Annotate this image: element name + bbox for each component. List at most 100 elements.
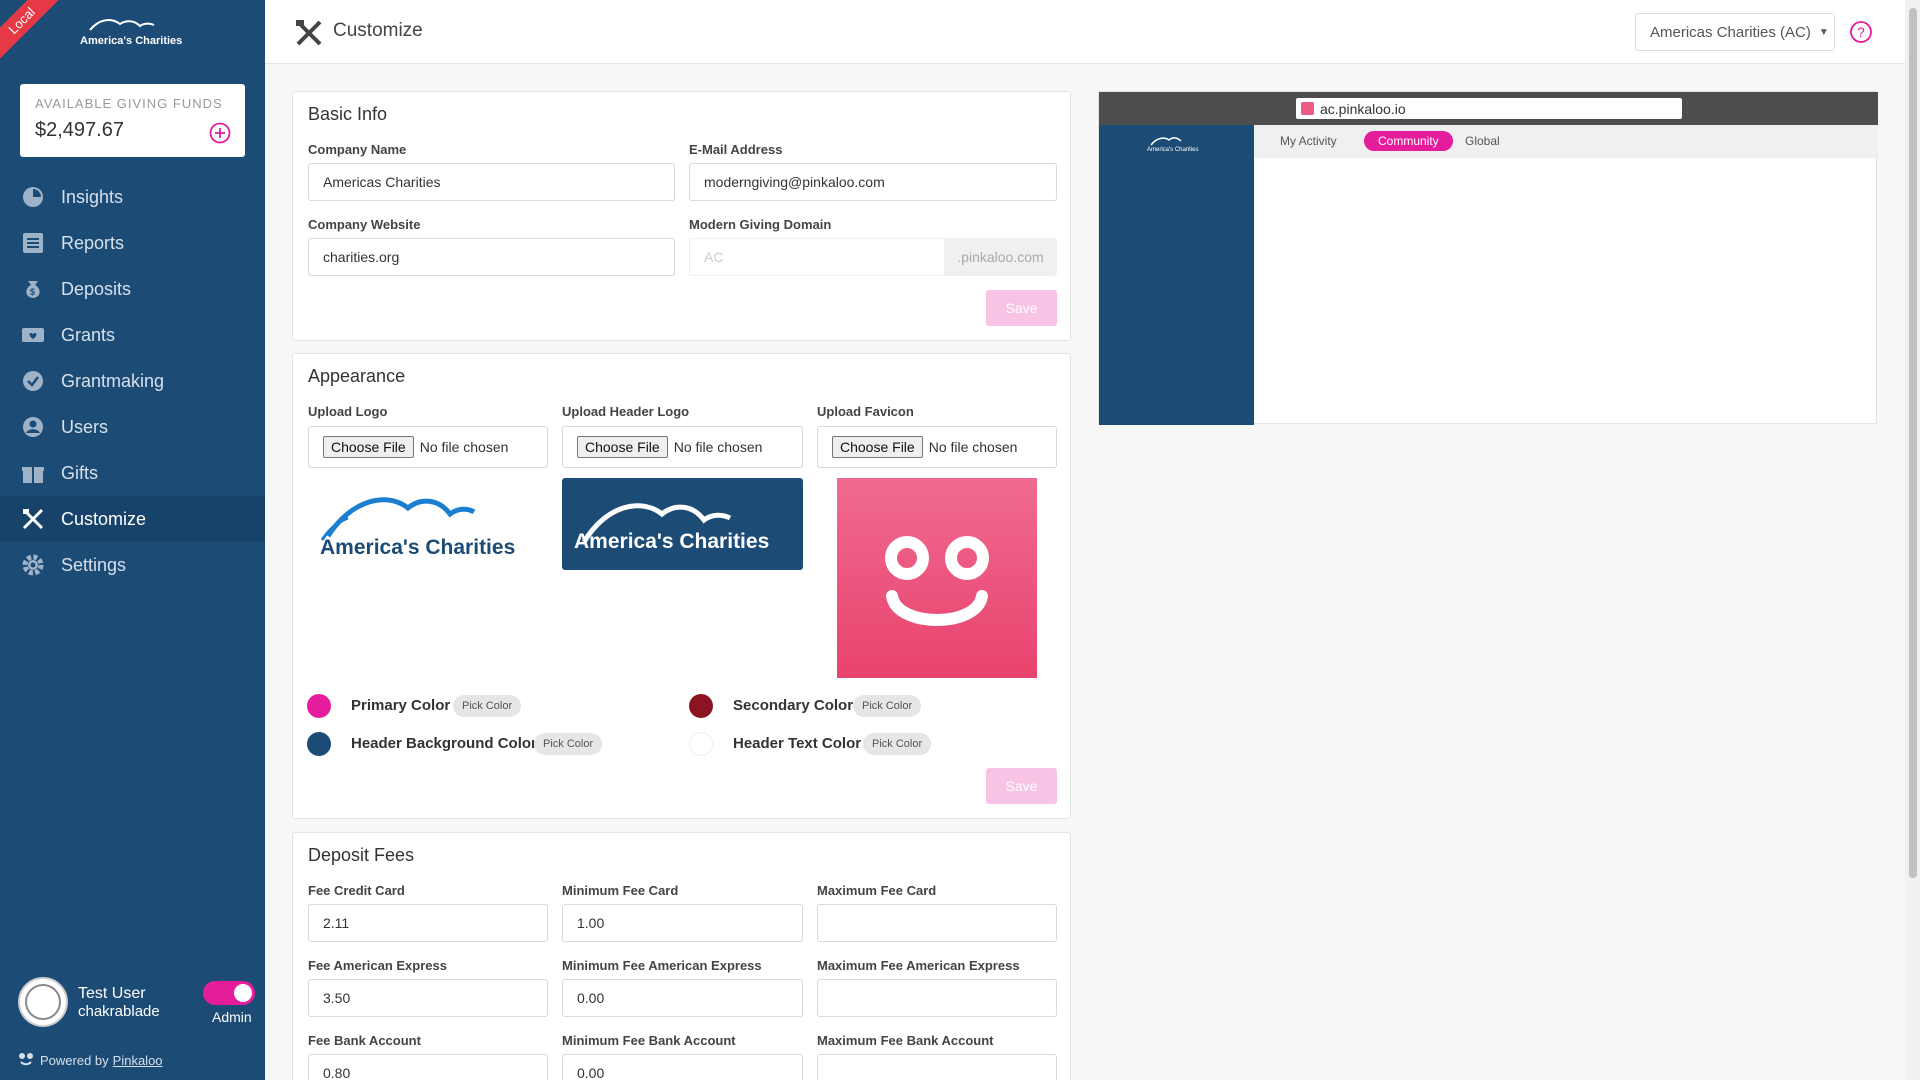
fee-label: Fee Bank Account (308, 1033, 421, 1048)
fee-input[interactable]: 3.50 (308, 979, 548, 1017)
org-select-value: Americas Charities (AC) (1650, 23, 1811, 41)
preview-tabs: My Activity Community Global (1254, 125, 1878, 158)
preview-brand-logo: America's Charities (1147, 137, 1199, 153)
admin-toggle[interactable] (203, 981, 255, 1005)
svg-text:$: $ (30, 287, 35, 297)
email-input[interactable]: moderngiving@pinkaloo.com (689, 163, 1057, 201)
save-appearance-button[interactable]: Save (986, 768, 1057, 804)
choose-file-button[interactable]: Choose File (832, 436, 923, 458)
tools-icon (294, 18, 324, 48)
header-text-color-swatch[interactable] (689, 732, 713, 756)
upload-favicon-input[interactable]: Choose File No file chosen (817, 426, 1057, 468)
preview-url: ac.pinkaloo.io (1320, 100, 1406, 117)
heart-envelope-icon (20, 322, 46, 348)
gift-icon (20, 460, 46, 486)
org-select[interactable]: Americas Charities (AC) ▼ (1635, 13, 1835, 51)
basic-info-card: Basic Info Company Name Americas Chariti… (292, 91, 1071, 341)
header-logo-preview-text: America's Charities (574, 530, 769, 553)
domain-suffix: .pinkaloo.com (944, 238, 1057, 276)
brand-logo[interactable]: America's Charities (78, 16, 188, 48)
deposit-fees-title: Deposit Fees (308, 845, 415, 865)
sidebar-item-label: Gifts (61, 462, 99, 483)
funds-card: AVAILABLE GIVING FUNDS $2,497.67 (20, 84, 245, 157)
sidebar-item-label: Grantmaking (61, 370, 165, 391)
user-name: Test User (78, 985, 146, 1002)
pinkaloo-link[interactable]: Pinkaloo (113, 1053, 163, 1068)
upload-header-logo-input[interactable]: Choose File No file chosen (562, 426, 803, 468)
fee-input[interactable]: 0.80 (308, 1054, 548, 1080)
sidebar-item-label: Reports (61, 232, 125, 253)
save-basic-button[interactable]: Save (986, 290, 1057, 326)
company-website-input[interactable]: charities.org (308, 238, 675, 276)
funds-amount: $2,497.67 (35, 119, 124, 141)
primary-color-swatch[interactable] (307, 694, 331, 718)
company-name-label: Company Name (308, 142, 407, 157)
appearance-card: Appearance Upload Logo Choose File No fi… (292, 353, 1071, 819)
tools-icon (20, 506, 46, 532)
sidebar-item-label: Settings (61, 554, 127, 575)
header-text-pick-color-button[interactable]: Pick Color (863, 733, 932, 755)
fee-input[interactable] (817, 979, 1057, 1017)
sidebar-item-label: Grants (61, 324, 116, 345)
secondary-pick-color-button[interactable]: Pick Color (853, 695, 922, 717)
user-block: Test User chakrablade Admin (18, 977, 258, 1027)
sidebar: Local America's Charities AVAILABLE GIVI… (0, 0, 265, 1080)
upload-logo-input[interactable]: Choose File No file chosen (308, 426, 548, 468)
sidebar-item-users[interactable]: Users (0, 404, 265, 450)
sidebar-item-grantmaking[interactable]: Grantmaking (0, 358, 265, 404)
secondary-color-label: Secondary Color (733, 697, 854, 714)
choose-file-button[interactable]: Choose File (323, 436, 414, 458)
fee-label: Fee American Express (308, 958, 447, 973)
preview-url-bar: ac.pinkaloo.io (1296, 98, 1682, 119)
dollar-bag-icon: $ (20, 276, 46, 302)
avatar[interactable] (18, 977, 68, 1027)
list-icon (20, 230, 46, 256)
upload-header-logo-label: Upload Header Logo (562, 404, 690, 419)
help-icon[interactable]: ? (1849, 20, 1873, 44)
sidebar-item-gifts[interactable]: Gifts (0, 450, 265, 496)
choose-file-button[interactable]: Choose File (577, 436, 668, 458)
header-logo-preview: America's Charities (562, 478, 803, 570)
scroll-thumb[interactable] (1909, 8, 1917, 878)
sidebar-item-customize[interactable]: Customize (0, 496, 265, 542)
fee-input[interactable] (817, 904, 1057, 942)
add-funds-icon[interactable] (209, 122, 231, 144)
funds-label: AVAILABLE GIVING FUNDS (35, 96, 223, 111)
check-badge-icon (20, 368, 46, 394)
preview-tab-global: Global (1465, 134, 1500, 148)
fee-input[interactable]: 0.00 (562, 979, 803, 1017)
primary-color-label: Primary Color (351, 697, 451, 714)
site-preview: ac.pinkaloo.io America's Charities My Ac… (1098, 91, 1878, 425)
header-bg-color-label: Header Background Color (351, 735, 537, 752)
sidebar-item-grants[interactable]: Grants (0, 312, 265, 358)
fee-input[interactable]: 2.11 (308, 904, 548, 942)
header-bg-pick-color-button[interactable]: Pick Color (534, 733, 603, 755)
page-scrollbar[interactable] (1905, 0, 1920, 1080)
fee-label: Maximum Fee American Express (817, 958, 1020, 973)
sidebar-item-reports[interactable]: Reports (0, 220, 265, 266)
caret-down-icon: ▼ (1818, 26, 1829, 38)
fee-input[interactable]: 0.00 (562, 1054, 803, 1080)
domain-input[interactable]: AC (689, 238, 944, 276)
sidebar-item-insights[interactable]: Insights (0, 174, 265, 220)
pie-chart-icon (20, 184, 46, 210)
preview-browser-bar: ac.pinkaloo.io (1099, 92, 1878, 125)
header-bg-color-swatch[interactable] (307, 732, 331, 756)
secondary-color-swatch[interactable] (689, 694, 713, 718)
powered-prefix: Powered by (40, 1053, 109, 1068)
company-name-input[interactable]: Americas Charities (308, 163, 675, 201)
admin-label: Admin (212, 1009, 252, 1025)
sidebar-item-label: Deposits (61, 278, 132, 299)
header-text-color-label: Header Text Color (733, 735, 862, 752)
favicon-icon (1301, 102, 1314, 115)
svg-text:?: ? (1857, 24, 1865, 40)
sidebar-item-settings[interactable]: Settings (0, 542, 265, 588)
appearance-title: Appearance (308, 366, 406, 386)
primary-pick-color-button[interactable]: Pick Color (453, 695, 522, 717)
fee-input[interactable] (817, 1054, 1057, 1080)
favicon-preview (837, 478, 1037, 678)
sidebar-item-deposits[interactable]: $ Deposits (0, 266, 265, 312)
fee-input[interactable]: 1.00 (562, 904, 803, 942)
fee-label: Minimum Fee American Express (562, 958, 762, 973)
fee-label: Minimum Fee Bank Account (562, 1033, 736, 1048)
